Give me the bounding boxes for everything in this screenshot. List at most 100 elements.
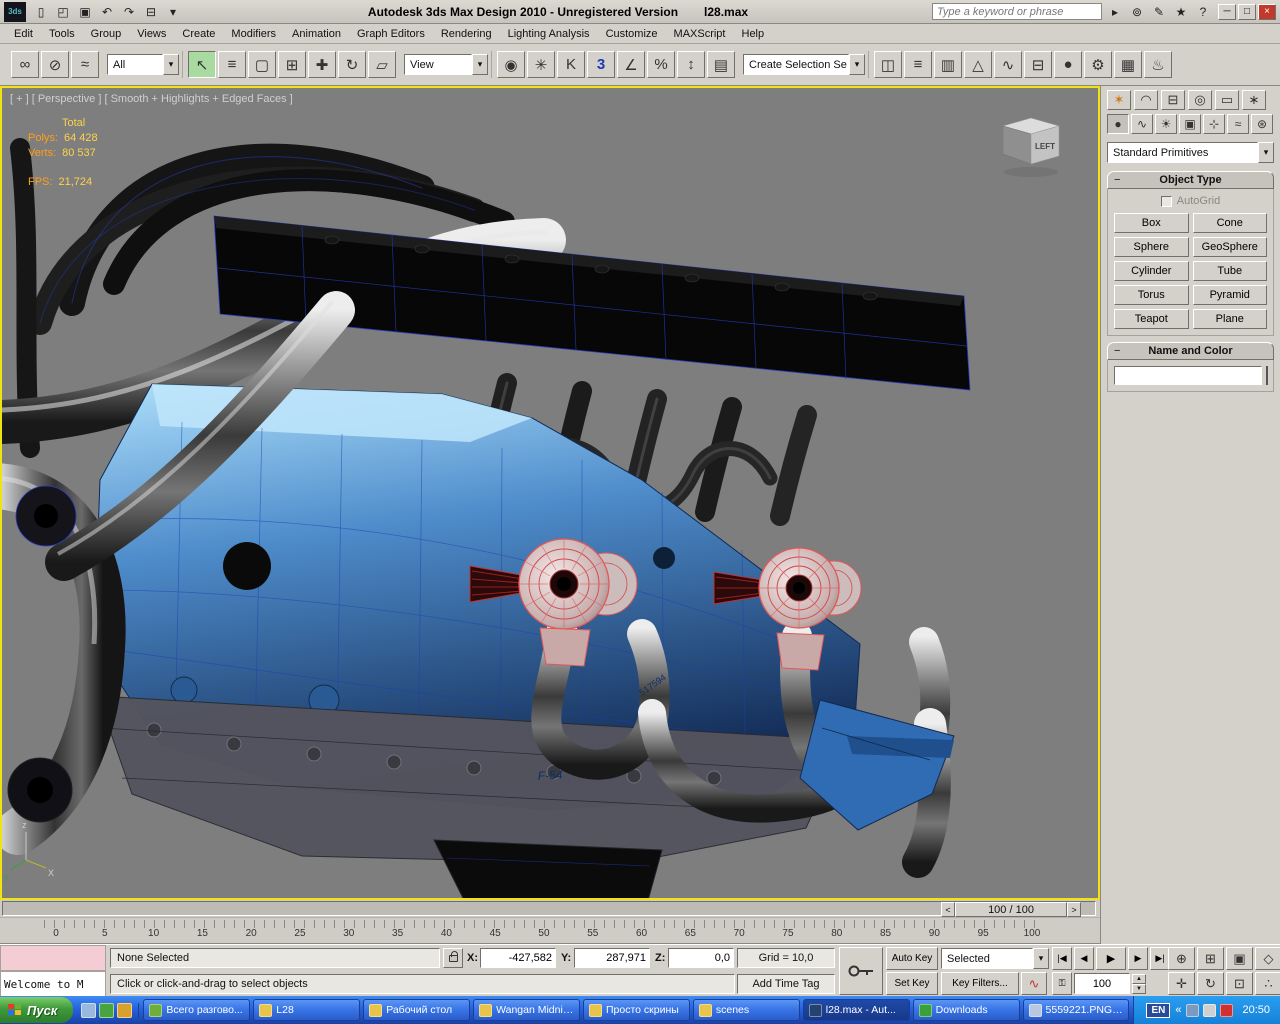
dropdown-arrow-icon[interactable]: ▾ (1258, 142, 1274, 163)
object-color-swatch[interactable] (1266, 366, 1268, 385)
favorites-icon[interactable]: ★ (1171, 3, 1191, 21)
set-keys-button[interactable] (839, 947, 883, 995)
taskbar-task-button[interactable]: l28.max - Aut... (803, 999, 910, 1021)
next-frame-arrow[interactable]: > (1067, 902, 1081, 917)
select-object-icon[interactable]: ↖ (188, 51, 216, 78)
menu-item[interactable]: Animation (284, 26, 349, 42)
select-and-manipulate-icon[interactable]: ✳ (527, 51, 555, 78)
macro-recorder-field[interactable] (0, 945, 106, 971)
minimize-button[interactable]: ─ (1218, 4, 1236, 20)
key-filters-button[interactable]: Key Filters... (941, 972, 1019, 995)
search-settings-icon[interactable]: ⊚ (1127, 3, 1147, 21)
object-type-rollout-header[interactable]: − Object Type (1107, 171, 1274, 189)
auto-key-button[interactable]: Auto Key (886, 947, 938, 970)
bind-to-space-warp-icon[interactable]: ≈ (71, 51, 99, 78)
category-lights-icon[interactable]: ☀ (1155, 114, 1177, 134)
add-time-tag[interactable]: Add Time Tag (737, 974, 835, 994)
object-type-button[interactable]: Torus (1114, 285, 1189, 305)
tray-chevron-icon[interactable]: « (1175, 1004, 1181, 1016)
go-to-start-button[interactable]: |◀ (1052, 947, 1072, 970)
time-slider-track[interactable]: < 100 / 100 > (2, 901, 1096, 916)
pan-icon[interactable]: ✛ (1168, 972, 1195, 995)
zoom-all-icon[interactable]: ⊞ (1197, 947, 1224, 970)
menu-item[interactable]: Modifiers (223, 26, 284, 42)
spinner-up-icon[interactable]: ▲ (1132, 974, 1146, 984)
edit-named-selection-sets-icon[interactable]: ▤ (707, 51, 735, 78)
previous-frame-button[interactable]: ◀ (1074, 947, 1094, 970)
quick-launch-player-icon[interactable] (117, 1003, 132, 1018)
engine-3d-model[interactable]: F-54 517594 z y X (2, 88, 1098, 898)
previous-frame-arrow[interactable]: < (941, 902, 955, 917)
tab-create-icon[interactable]: ✶ (1107, 90, 1131, 110)
category-space-warps-icon[interactable]: ≈ (1227, 114, 1249, 134)
quick-launch-desktop-icon[interactable] (81, 1003, 96, 1018)
taskbar-task-button[interactable]: Downloads (913, 999, 1020, 1021)
reference-coordinate-dropdown[interactable]: View ▾ (404, 54, 488, 75)
infocenter-search-input[interactable] (932, 3, 1102, 20)
render-setup-icon[interactable]: ⚙ (1084, 51, 1112, 78)
select-by-name-icon[interactable]: ≡ (218, 51, 246, 78)
unlink-selection-icon[interactable]: ⊘ (41, 51, 69, 78)
time-slider-thumb[interactable]: < 100 / 100 > (941, 902, 1081, 917)
name-color-rollout-header[interactable]: − Name and Color (1107, 342, 1274, 360)
object-type-button[interactable]: Cone (1193, 213, 1268, 233)
go-to-end-button[interactable]: ▶| (1150, 947, 1170, 970)
tab-modify-icon[interactable]: ◠ (1134, 90, 1158, 110)
x-coord-input[interactable] (480, 948, 556, 968)
time-slider-frame-display[interactable]: 100 / 100 (955, 902, 1067, 917)
communication-center-icon[interactable]: ✎ (1149, 3, 1169, 21)
zoom-extents-icon[interactable]: ▣ (1226, 947, 1253, 970)
restore-button[interactable]: □ (1238, 4, 1256, 20)
infocenter-help-icon[interactable]: ? (1193, 3, 1213, 21)
open-file-icon[interactable]: ◰ (53, 3, 73, 21)
material-editor-icon[interactable]: ● (1054, 51, 1082, 78)
object-type-button[interactable]: GeoSphere (1193, 237, 1268, 257)
object-name-input[interactable] (1114, 366, 1262, 385)
autogrid-checkbox[interactable] (1161, 196, 1172, 207)
track-bar[interactable]: 0510152025303540455055606570758085909510… (0, 918, 1100, 944)
snap-toggle-3d-icon[interactable]: 3 (587, 51, 615, 78)
object-type-button[interactable]: Pyramid (1193, 285, 1268, 305)
select-and-move-icon[interactable]: ✚ (308, 51, 336, 78)
y-coord-input[interactable] (574, 948, 650, 968)
tray-update-icon[interactable] (1203, 1004, 1216, 1017)
project-folder-icon[interactable]: ⊟ (141, 3, 161, 21)
rendered-frame-window-icon[interactable]: ▦ (1114, 51, 1142, 78)
object-type-button[interactable]: Plane (1193, 309, 1268, 329)
taskbar-task-button[interactable]: L28 (253, 999, 360, 1021)
angle-snap-icon[interactable]: ∠ (617, 51, 645, 78)
quick-launch-browser-icon[interactable] (99, 1003, 114, 1018)
select-and-scale-icon[interactable]: ▱ (368, 51, 396, 78)
redo-icon[interactable]: ↷ (119, 3, 139, 21)
mirror-icon[interactable]: ◫ (874, 51, 902, 78)
oil-pan[interactable] (434, 840, 662, 898)
graphite-ribbon-icon[interactable]: △ (964, 51, 992, 78)
taskbar-task-button[interactable]: Просто скрины (583, 999, 690, 1021)
walk-through-icon[interactable]: ∴ (1255, 972, 1280, 995)
spinner-down-icon[interactable]: ▼ (1132, 984, 1146, 994)
render-production-icon[interactable]: ♨ (1144, 51, 1172, 78)
taskbar-task-button[interactable]: Рабочий стол (363, 999, 470, 1021)
spinner-snap-icon[interactable]: ↕ (677, 51, 705, 78)
view-cube[interactable]: LEFT (986, 112, 1076, 180)
arc-rotate-icon[interactable]: ↻ (1197, 972, 1224, 995)
zoom-icon[interactable]: ⊕ (1168, 947, 1195, 970)
close-button[interactable]: × (1258, 4, 1276, 20)
new-file-icon[interactable]: ▯ (31, 3, 51, 21)
category-systems-icon[interactable]: ⊛ (1251, 114, 1273, 134)
zoom-region-icon[interactable]: ◇ (1255, 947, 1280, 970)
select-and-link-icon[interactable]: ∞ (11, 51, 39, 78)
save-file-icon[interactable]: ▣ (75, 3, 95, 21)
menu-item[interactable]: MAXScript (666, 26, 734, 42)
next-frame-button[interactable]: ▶ (1128, 947, 1148, 970)
menu-item[interactable]: Create (174, 26, 223, 42)
dropdown-arrow-icon[interactable]: ▾ (472, 54, 488, 75)
object-type-button[interactable]: Sphere (1114, 237, 1189, 257)
maxscript-listener-field[interactable]: Welcome to M (0, 971, 106, 997)
current-frame-input[interactable] (1074, 973, 1130, 994)
dropdown-arrow-icon[interactable]: ▾ (849, 54, 865, 75)
object-type-button[interactable]: Tube (1193, 261, 1268, 281)
object-type-button[interactable]: Box (1114, 213, 1189, 233)
subcategory-dropdown[interactable]: Standard Primitives ▾ (1107, 142, 1274, 163)
search-go-icon[interactable]: ▸ (1105, 3, 1125, 21)
